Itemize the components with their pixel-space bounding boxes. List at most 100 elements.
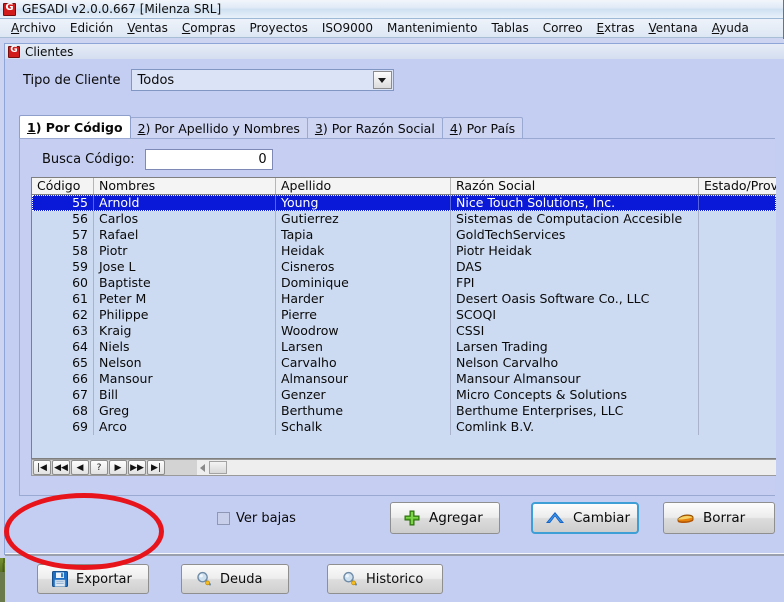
cell-razon: Piotr Heidak <box>451 243 699 259</box>
table-row[interactable]: 66MansourAlmansourMansour Almansour <box>32 371 776 387</box>
agregar-button[interactable]: Agregar <box>390 502 500 534</box>
tab-3-num: 3 <box>315 121 323 136</box>
grid-horizontal-scrollbar[interactable] <box>197 460 776 475</box>
table-row[interactable]: 69ArcoSchalkComlink B.V. <box>32 419 776 435</box>
tab-por-codigo[interactable]: 1) Por Código <box>19 115 131 138</box>
tab-por-razon-social[interactable]: 3) Por Razón Social <box>307 117 443 138</box>
clientes-grid[interactable]: Código Nombres Apellido Razón Social Est… <box>31 177 776 459</box>
table-row[interactable]: 58PiotrHeidakPiotr Heidak <box>32 243 776 259</box>
table-row[interactable]: 60BaptisteDominiqueFPI <box>32 275 776 291</box>
ver-bajas-checkbox[interactable]: Ver bajas <box>217 511 296 526</box>
cell-codigo: 63 <box>32 323 94 339</box>
nav-next-page-icon[interactable]: ▶▶ <box>128 460 146 475</box>
grid-navigator: |◀ ◀◀ ◀ ? ▶ ▶▶ ▶| <box>31 459 776 476</box>
menu-item-iso9000[interactable]: ISO9000 <box>315 19 380 37</box>
menu-label-extras: xtras <box>604 21 634 35</box>
table-row[interactable]: 68GregBerthumeBerthume Enterprises, LLC <box>32 403 776 419</box>
nav-first-record-icon[interactable]: |◀ <box>33 460 51 475</box>
menu-item-edicion[interactable]: Edición <box>63 19 120 37</box>
scroll-thumb[interactable] <box>209 461 227 474</box>
menu-item-ayuda[interactable]: Ayuda <box>705 19 756 37</box>
tab-por-pais[interactable]: 4) Por País <box>442 117 523 138</box>
agregar-label: Agregar <box>429 510 483 526</box>
busca-codigo-input[interactable]: 0 <box>145 149 273 170</box>
tab-strip: 1) Por Código 2) Por Apellido y Nombres … <box>19 115 522 138</box>
cell-nombres: Niels <box>94 339 276 355</box>
cell-codigo: 57 <box>32 227 94 243</box>
tipo-cliente-select[interactable]: Todos <box>131 69 394 91</box>
nav-next-record-icon[interactable]: ▶ <box>109 460 127 475</box>
menu-label-edicion: Edición <box>70 21 113 35</box>
window-title: GESADI v2.0.0.667 [Milenza SRL] <box>22 2 221 16</box>
table-row[interactable]: 61Peter MHarderDesert Oasis Software Co.… <box>32 291 776 307</box>
cell-codigo: 56 <box>32 211 94 227</box>
grid-col-header-estado-provincia[interactable]: Estado/Provin <box>699 178 776 194</box>
cell-apellido: Pierre <box>276 307 451 323</box>
cell-nombres: Piotr <box>94 243 276 259</box>
menu-item-mantenimiento[interactable]: Mantenimiento <box>380 19 484 37</box>
cell-nombres: Philippe <box>94 307 276 323</box>
menu-bar: Archivo Edición Ventas Compras Proyectos… <box>0 19 783 38</box>
exportar-button[interactable]: Exportar <box>37 564 149 594</box>
scroll-left-icon[interactable] <box>200 464 205 472</box>
cell-nombres: Rafael <box>94 227 276 243</box>
chevron-down-icon[interactable] <box>373 71 392 89</box>
grid-col-header-codigo[interactable]: Código <box>32 178 94 194</box>
tipo-cliente-value: Todos <box>138 73 175 88</box>
action-row: Ver bajas Agregar Cambiar <box>5 496 784 548</box>
nav-prior-record-icon[interactable]: ◀ <box>71 460 89 475</box>
gesadi-logo-icon <box>3 3 16 16</box>
cell-estado <box>699 195 776 211</box>
table-row[interactable]: 59Jose LCisnerosDAS <box>32 259 776 275</box>
bottom-toolbar: Exportar Deuda <box>5 556 784 602</box>
table-row[interactable]: 55ArnoldYoungNice Touch Solutions, Inc. <box>32 195 776 211</box>
cell-estado <box>699 419 776 435</box>
table-row[interactable]: 56CarlosGutierrezSistemas de Computacion… <box>32 211 776 227</box>
table-row[interactable]: 64NielsLarsenLarsen Trading <box>32 339 776 355</box>
grid-col-header-apellido[interactable]: Apellido <box>276 178 451 194</box>
deuda-button[interactable]: Deuda <box>181 564 289 594</box>
cell-nombres: Baptiste <box>94 275 276 291</box>
grid-col-header-razon-social[interactable]: Razón Social <box>451 178 699 194</box>
menu-item-tablas[interactable]: Tablas <box>484 19 535 37</box>
tab-por-apellido-nombres[interactable]: 2) Por Apellido y Nombres <box>130 117 308 138</box>
cell-nombres: Peter M <box>94 291 276 307</box>
borrar-button[interactable]: Borrar <box>663 502 775 534</box>
menu-item-archivo[interactable]: Archivo <box>4 19 63 37</box>
menu-label-ayuda: yuda <box>719 21 749 35</box>
checkbox-box-icon[interactable] <box>217 512 230 525</box>
menu-item-extras[interactable]: Extras <box>590 19 642 37</box>
tab-2-num: 2 <box>138 121 146 136</box>
grid-col-header-nombres[interactable]: Nombres <box>94 178 276 194</box>
menu-item-proyectos[interactable]: Proyectos <box>242 19 314 37</box>
floppy-disk-save-icon <box>52 571 68 587</box>
cell-apellido: Heidak <box>276 243 451 259</box>
cell-nombres: Jose L <box>94 259 276 275</box>
menu-item-correo[interactable]: Correo <box>536 19 590 37</box>
cell-razon: CSSI <box>451 323 699 339</box>
cell-estado <box>699 243 776 259</box>
table-row[interactable]: 65NelsonCarvalhoNelson Carvalho <box>32 355 776 371</box>
cell-codigo: 62 <box>32 307 94 323</box>
nav-last-record-icon[interactable]: ▶| <box>147 460 165 475</box>
eraser-icon <box>676 510 695 526</box>
menu-item-ventana[interactable]: Ventana <box>642 19 705 37</box>
cell-apellido: Carvalho <box>276 355 451 371</box>
historico-button[interactable]: Historico <box>327 564 443 594</box>
nav-help-record-icon[interactable]: ? <box>90 460 108 475</box>
nav-prior-page-icon[interactable]: ◀◀ <box>52 460 70 475</box>
table-row[interactable]: 67BillGenzerMicro Concepts & Solutions <box>32 387 776 403</box>
cell-codigo: 65 <box>32 355 94 371</box>
cell-razon: Berthume Enterprises, LLC <box>451 403 699 419</box>
table-row[interactable]: 57RafaelTapiaGoldTechServices <box>32 227 776 243</box>
grid-body: 55ArnoldYoungNice Touch Solutions, Inc.5… <box>32 195 776 459</box>
menu-item-compras[interactable]: Compras <box>175 19 243 37</box>
cell-nombres: Greg <box>94 403 276 419</box>
tipo-cliente-row: Tipo de Cliente Todos <box>5 66 784 94</box>
cambiar-button[interactable]: Cambiar <box>531 502 639 534</box>
menu-item-ventas[interactable]: Ventas <box>120 19 175 37</box>
table-row[interactable]: 62PhilippePierreSCOQI <box>32 307 776 323</box>
tab-page-por-codigo: Busca Código: 0 Código Nombres Apellido … <box>19 138 775 496</box>
table-row[interactable]: 63KraigWoodrowCSSI <box>32 323 776 339</box>
borrar-label: Borrar <box>703 510 745 526</box>
